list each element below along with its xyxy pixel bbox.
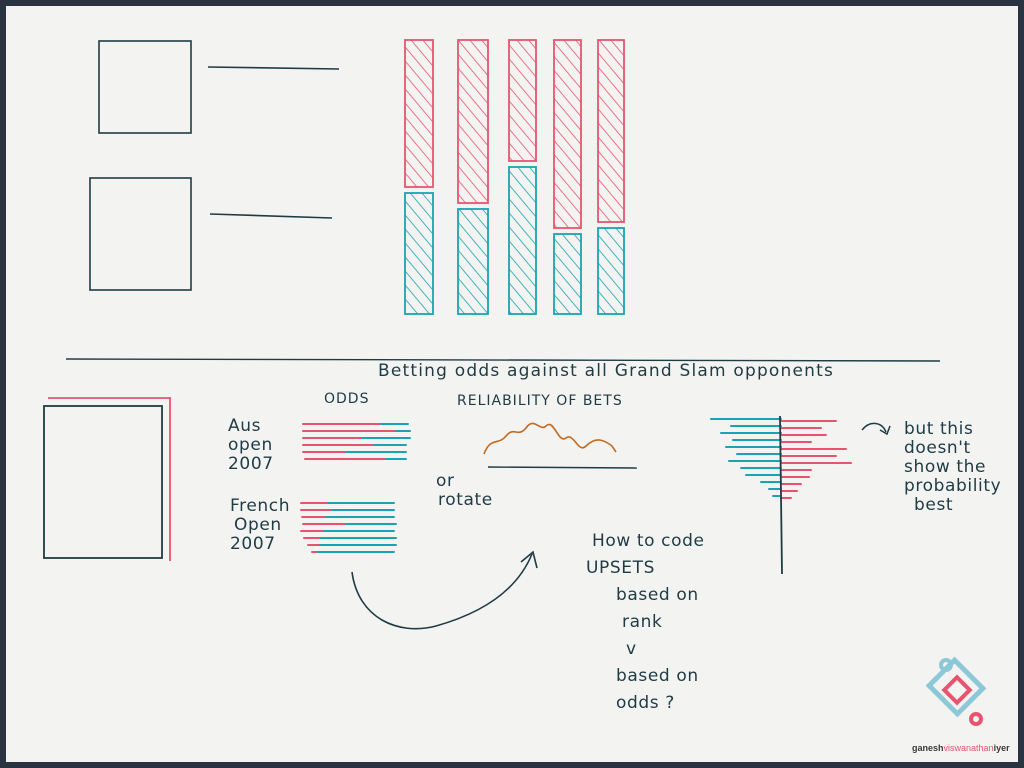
note-line: v <box>626 639 637 659</box>
note-line: doesn't <box>904 438 971 458</box>
tournament-line: 2007 <box>230 534 276 554</box>
note-line: or <box>436 471 455 491</box>
note-line: best <box>914 495 954 515</box>
reliability-header: RELIABILITY OF BETS <box>457 393 623 409</box>
note-line: How to code <box>592 531 705 551</box>
tournament-line: Open <box>234 515 282 535</box>
stacked-bar-top <box>404 39 434 188</box>
note-line: odds ? <box>616 693 675 713</box>
stacked-bar-top <box>553 39 582 229</box>
side-note: but this doesn't show the probability be… <box>904 420 1001 515</box>
tournament-line: Aus <box>228 416 262 436</box>
watermark-part: ganesh <box>912 743 944 753</box>
watermark-text: ganeshviswanathaniyer <box>912 743 1010 753</box>
caption-line <box>207 66 340 70</box>
stacked-bar-bottom <box>508 166 537 315</box>
note-line: UPSETS <box>586 558 656 578</box>
reliability-baseline <box>487 466 638 469</box>
stacked-bar-top <box>508 39 537 162</box>
odds-lines-french-open <box>300 502 397 553</box>
note-line: rank <box>622 612 663 632</box>
section-title: Betting odds against all Grand Slam oppo… <box>378 361 835 381</box>
stacked-bar-bottom <box>404 192 434 315</box>
note-line: based on <box>616 666 699 686</box>
tournament-label-french: French Open 2007 <box>230 497 290 554</box>
note-line: based on <box>616 585 699 605</box>
watermark-logo <box>925 656 987 726</box>
sketch-drawing <box>43 39 987 726</box>
caption-line <box>209 213 333 219</box>
tournament-label-aus: Aus open 2007 <box>228 417 274 474</box>
odds-header: ODDS <box>324 391 370 407</box>
tournament-line: 2007 <box>228 454 274 474</box>
watermark-part: viswanathan <box>943 743 994 753</box>
stacked-bar-top <box>457 39 489 204</box>
note-line: but this <box>904 419 974 439</box>
upsets-note: How to code UPSETS based on rank v based… <box>586 528 705 717</box>
note-line: show the <box>904 457 987 477</box>
image-placeholder-box <box>43 405 163 559</box>
odds-lines-aus-open <box>302 423 411 460</box>
stacked-bar-sketch <box>404 39 625 315</box>
or-rotate-note: or rotate <box>436 472 493 510</box>
reliability-squiggle <box>483 422 617 455</box>
tournament-line: open <box>228 435 273 455</box>
pink-frame <box>48 397 171 561</box>
curved-arrow <box>351 553 533 630</box>
image-placeholder-box <box>89 177 192 291</box>
stacked-bar-bottom <box>553 233 582 315</box>
watermark-part: iyer <box>993 743 1010 753</box>
note-line: probability <box>904 476 1002 496</box>
stacked-bar-bottom <box>597 227 625 315</box>
stacked-bar-bottom <box>457 208 489 315</box>
image-placeholder-box <box>98 40 192 134</box>
stacked-bar-top <box>597 39 625 223</box>
sketch-paper: Betting odds against all Grand Slam oppo… <box>6 6 1018 762</box>
tournament-line: French <box>230 496 291 516</box>
note-line: rotate <box>438 490 493 510</box>
